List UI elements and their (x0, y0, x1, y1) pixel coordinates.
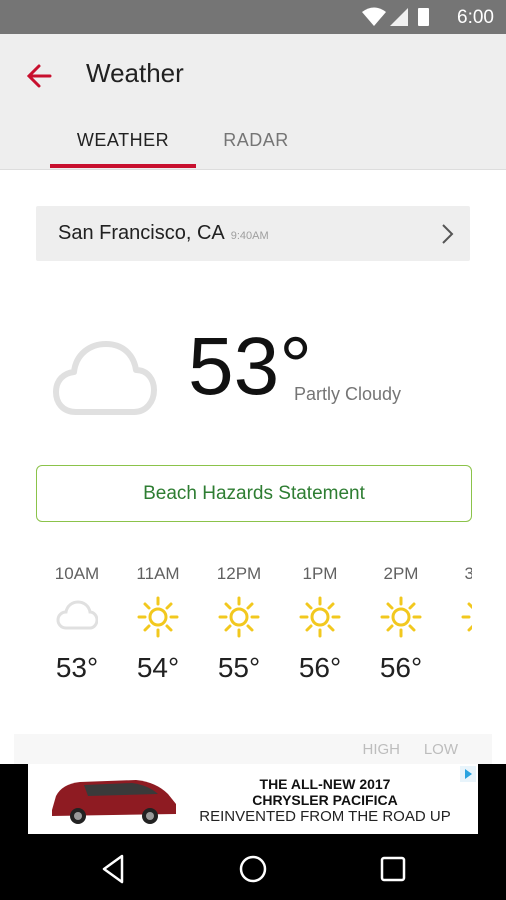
ad-choices-icon[interactable] (460, 766, 476, 782)
car-image (52, 780, 176, 824)
ad-line2: CHRYSLER PACIFICA (252, 792, 398, 808)
hour-time: 3PM (464, 564, 472, 583)
current-condition: Partly Cloudy (294, 384, 402, 404)
location-time: 9:40AM (230, 230, 269, 242)
ad-tagline: REINVENTED FROM THE ROAD UP (199, 808, 451, 825)
tab-radar[interactable]: RADAR (198, 130, 314, 168)
sun-icon (137, 596, 179, 638)
back-arrow-icon[interactable] (20, 56, 60, 96)
sun-icon (299, 596, 341, 638)
weather-alert-button[interactable]: Beach Hazards Statement (36, 465, 472, 522)
hour-time: 11AM (136, 564, 180, 583)
signal-icon (390, 8, 408, 26)
location-selector[interactable]: San Francisco, CA 9:40AM (36, 206, 470, 261)
back-triangle-icon[interactable] (96, 852, 130, 886)
hour-temperature: 56° (379, 652, 423, 683)
chevron-right-icon (442, 224, 454, 244)
hour-time: 1PM (302, 564, 338, 583)
recents-square-icon[interactable] (376, 852, 410, 886)
hour-temperature: 55° (217, 652, 261, 683)
location-name-row: San Francisco, CA 9:40AM (58, 222, 269, 245)
hourly-forecast[interactable]: 10AM 53° 11AM 54° 12PM 55° 1PM 56° 2PM 5… (36, 560, 472, 700)
daily-forecast-header: HIGH LOW (14, 734, 492, 764)
hour-time: 10AM (54, 564, 100, 583)
hour-temperature: 54° (136, 652, 180, 683)
home-circle-icon[interactable] (236, 852, 270, 886)
high-label: HIGH (362, 741, 401, 758)
hour-time: 2PM (383, 564, 419, 583)
ad-banner[interactable]: THE ALL-NEW 2017 CHRYSLER PACIFICA REINV… (28, 764, 478, 834)
sun-icon (461, 602, 472, 632)
system-nav-bar (0, 838, 506, 900)
tab-selected-indicator (50, 164, 196, 168)
tab-weather[interactable]: WEATHER (50, 130, 196, 168)
low-label: LOW (423, 741, 458, 758)
cloud-icon (56, 600, 98, 630)
page-title: Weather (86, 58, 184, 88)
sun-icon (380, 596, 422, 638)
hour-temperature: 56° (298, 652, 342, 683)
status-time: 6:00 (457, 7, 494, 28)
app-bar: Weather WEATHER RADAR (0, 34, 506, 170)
sun-icon (218, 596, 260, 638)
wifi-icon (362, 7, 386, 26)
hour-time: 12PM (216, 564, 262, 583)
location-name: San Francisco, CA (58, 222, 225, 244)
cloud-icon (53, 341, 157, 415)
ad-area: THE ALL-NEW 2017 CHRYSLER PACIFICA REINV… (0, 764, 506, 838)
ad-line1: THE ALL-NEW 2017 (259, 776, 391, 792)
hour-temperature: 5 (441, 652, 472, 684)
ad-headline: THE ALL-NEW 2017 CHRYSLER PACIFICA (180, 776, 470, 808)
status-bar: 6:00 (0, 0, 506, 34)
hour-temperature: 53° (55, 652, 99, 683)
battery-icon (418, 8, 429, 26)
status-icons (362, 7, 429, 26)
